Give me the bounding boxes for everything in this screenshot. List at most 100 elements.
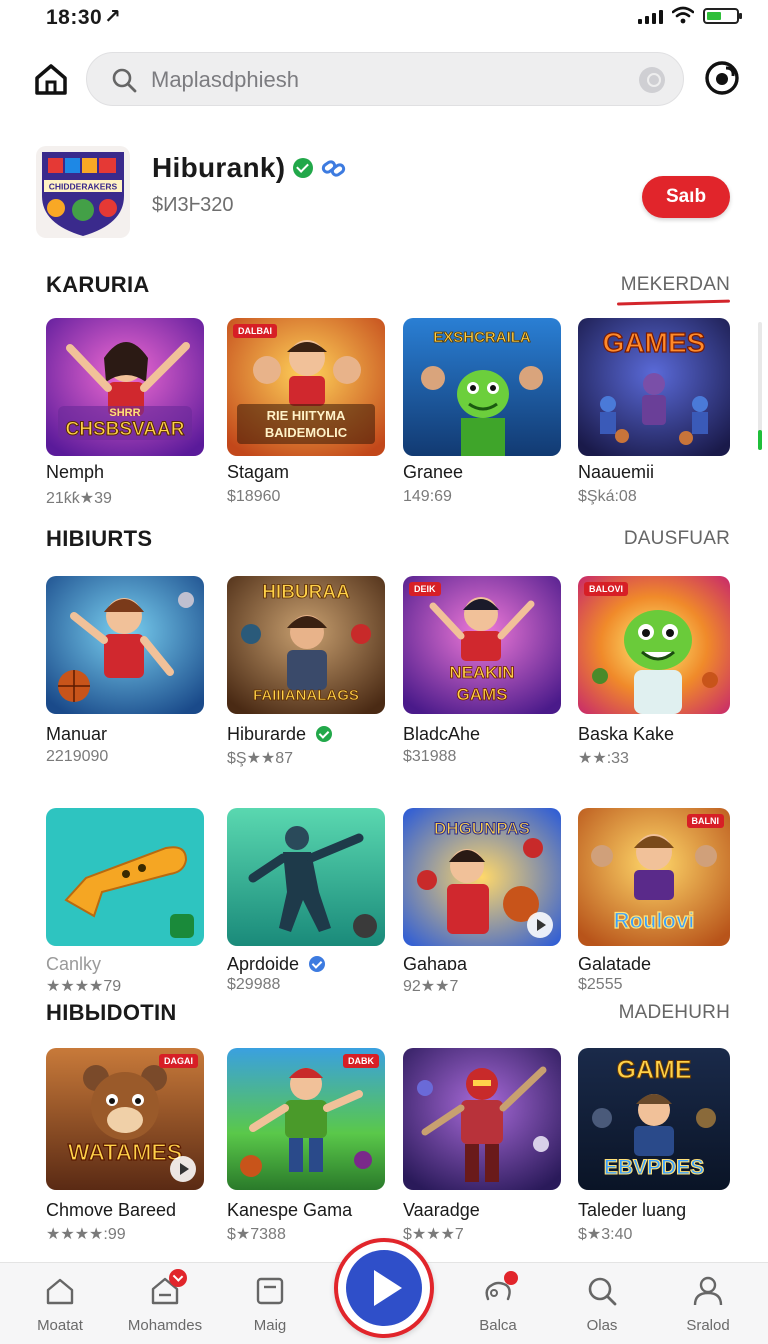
section-title: KARURIA — [46, 272, 150, 297]
game-meta: $2555 — [578, 976, 623, 993]
channel-logo[interactable]: CHIDDERAKERS — [36, 146, 130, 238]
game-thumbnail[interactable]: BALOVI — [578, 576, 730, 714]
game-thumbnail[interactable] — [227, 808, 385, 946]
svg-text:GAMES: GAMES — [603, 327, 706, 358]
section-header-karuria: KARURIA MEKERDAN — [46, 272, 730, 302]
verified-icon — [309, 956, 326, 972]
game-title: Gahaɒa — [403, 954, 468, 974]
center-play-button[interactable] — [334, 1238, 434, 1338]
svg-text:GAMS: GAMS — [457, 685, 508, 704]
game-thumbnail[interactable]: GAMES — [578, 318, 730, 456]
badge-label: BALOVI — [584, 582, 629, 596]
nav-item-library[interactable]: Maig — [222, 1275, 318, 1341]
nav-label: Olas — [586, 1317, 618, 1334]
status-bar: 18:30 ↗ — [0, 0, 768, 36]
svg-text:FAIIIANALAGS: FAIIIANALAGS — [253, 687, 359, 704]
game-thumbnail[interactable]: RIE HIITYMA BAIDEMOLIC DALBAI — [227, 318, 385, 456]
badge-label: DALBAI — [233, 324, 277, 338]
library-icon — [256, 1277, 284, 1305]
game-title: Granee — [403, 462, 464, 482]
game-thumbnail[interactable] — [46, 808, 204, 946]
search-input[interactable]: Maplasdphiesh — [151, 67, 299, 93]
search-icon — [112, 68, 137, 93]
signal-icon — [638, 10, 663, 24]
nav-item-inbox[interactable]: Mohamdes — [117, 1269, 213, 1341]
game-thumbnail[interactable]: EXSHCRAILA — [403, 318, 561, 456]
game-thumbnail[interactable]: WATAMES DAGAI — [46, 1048, 204, 1190]
play-icon — [346, 1250, 422, 1326]
game-thumbnail[interactable]: DHGUNPAS — [403, 808, 561, 946]
badge-label: DAGAI — [159, 1054, 198, 1068]
location-arrow-icon: ↗ — [104, 6, 121, 28]
game-title: Kanespe Gama — [227, 1200, 353, 1220]
link-icon — [322, 160, 346, 177]
play-preview-icon[interactable] — [527, 912, 553, 938]
game-meta: 21ƙƙ★39 — [46, 490, 112, 507]
game-meta: $★3:40 — [578, 1226, 633, 1243]
game-meta: $★7388 — [227, 1226, 286, 1243]
section-see-more-link[interactable]: MEKERDAN — [621, 274, 730, 296]
game-meta: $Ş★★87 — [227, 750, 294, 767]
logo-lettering: CHIDDERAKERS — [49, 182, 118, 192]
nav-label: Balca — [479, 1317, 517, 1334]
nav-label: Sralod — [686, 1317, 730, 1334]
nav-item-home[interactable]: Moatat — [12, 1275, 108, 1341]
status-time: 18:30 — [46, 6, 103, 29]
section-header-hibiurts: HIBIURTS DAUSFUAR — [46, 526, 730, 556]
game-thumbnail[interactable]: DABK — [227, 1048, 385, 1190]
verified-icon — [316, 726, 333, 742]
game-title: Chmove Bareed — [46, 1200, 177, 1220]
channel-header: CHIDDERAKERS Hiburank) $И3Ⱶ320 Saıb — [0, 142, 768, 238]
game-title: Baska Kake — [578, 724, 675, 744]
game-meta: $18960 — [227, 488, 281, 505]
verified-icon — [293, 158, 314, 178]
profile-icon[interactable] — [704, 60, 740, 96]
game-meta: ★★:33 — [578, 750, 629, 767]
game-thumbnail[interactable]: GAME EBVPDES — [578, 1048, 730, 1190]
game-thumbnail[interactable] — [46, 576, 204, 714]
svg-text:DHGUNPAS: DHGUNPAS — [434, 819, 530, 838]
game-title: BladcAhe — [403, 724, 481, 744]
game-meta: ★★★★:99 — [46, 1226, 126, 1243]
svg-text:RIE HIITYMA: RIE HIITYMA — [267, 408, 346, 423]
scrollbar-thumb[interactable] — [758, 430, 762, 450]
nav-label: Maig — [253, 1317, 287, 1334]
game-title: Vaaradge — [403, 1200, 480, 1220]
channel-title: Hiburank) — [152, 152, 286, 183]
nav-label: Moatat — [37, 1317, 83, 1334]
game-meta: $31988 — [403, 748, 457, 765]
play-preview-icon[interactable] — [170, 1156, 196, 1182]
game-thumbnail[interactable]: SHRR CHSBSVAAR — [46, 318, 204, 456]
search-bar[interactable]: Maplasdphiesh — [86, 52, 684, 106]
home-icon[interactable] — [32, 60, 70, 98]
nav-item-games[interactable]: Balca — [450, 1271, 546, 1341]
svg-text:EXSHCRAILA: EXSHCRAILA — [433, 329, 531, 346]
game-thumbnail[interactable]: Roulovi BALNI — [578, 808, 730, 946]
section-title: HIBIURTS — [46, 526, 153, 551]
game-title: Hiburarde — [227, 724, 333, 745]
badge-label: DABK — [343, 1054, 379, 1068]
svg-text:NEAKIN: NEAKIN — [449, 663, 514, 682]
svg-text:Roulovi: Roulovi — [614, 908, 695, 933]
subscribe-button[interactable]: Saıb — [642, 176, 730, 218]
game-thumbnail[interactable]: NEAKIN GAMS DEIK — [403, 576, 561, 714]
section-title: HIBЫDOTIN — [46, 1000, 177, 1025]
game-title: Naauemii — [578, 462, 655, 482]
wifi-icon — [672, 6, 694, 24]
scrollbar[interactable] — [758, 322, 762, 450]
svg-text:GAME: GAME — [617, 1056, 692, 1084]
nav-item-profile[interactable]: Sralod — [660, 1275, 756, 1341]
game-title: Galatade — [578, 954, 652, 974]
game-thumbnail[interactable] — [403, 1048, 561, 1190]
game-title: Aprdoide — [227, 954, 326, 975]
nav-item-search[interactable]: Olas — [554, 1275, 650, 1341]
mic-icon[interactable] — [639, 67, 665, 93]
section-see-more-link[interactable]: DAUSFUAR — [624, 528, 730, 550]
person-icon — [693, 1276, 723, 1306]
section-see-more-link[interactable]: MADEHURH — [619, 1002, 730, 1024]
game-thumbnail[interactable]: HIBURAA FAIIIANALAGS — [227, 576, 385, 714]
game-meta: ★★★★79 — [46, 978, 122, 995]
badge-label: DEIK — [409, 582, 441, 596]
game-meta: $Şká:08 — [578, 488, 637, 505]
svg-text:SHRR: SHRR — [109, 407, 140, 419]
